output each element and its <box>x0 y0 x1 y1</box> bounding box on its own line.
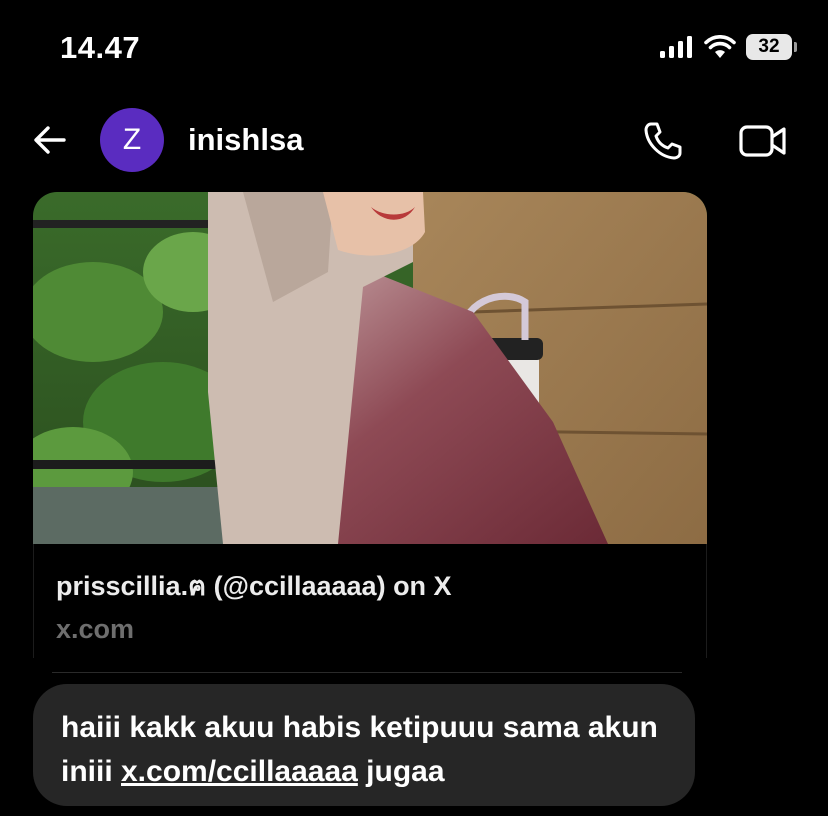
link-preview-domain: x.com <box>56 614 135 644</box>
battery-level: 32 <box>758 36 780 57</box>
wifi-icon <box>704 35 736 58</box>
chat-username[interactable]: inishlsa <box>188 122 303 158</box>
cellular-signal-icon <box>660 36 692 58</box>
avatar-initial: Z <box>122 123 142 156</box>
avatar[interactable]: Z <box>100 108 164 172</box>
chat-header: Z inishlsa <box>0 100 828 180</box>
link-preview-image[interactable] <box>33 192 707 544</box>
battery-icon: 32 <box>746 34 797 60</box>
link-preview-info[interactable]: prisscillia.ฅ (@ccillaaaaa) on X x.com <box>33 544 707 658</box>
status-time: 14.47 <box>60 30 141 65</box>
status-bar: 14.47 32 <box>0 0 828 100</box>
phone-call-icon[interactable] <box>640 118 686 164</box>
status-icons: 32 <box>660 34 797 60</box>
message-link[interactable]: x.com/ccillaaaaa <box>121 755 358 788</box>
link-preview-card[interactable]: prisscillia.ฅ (@ccillaaaaa) on X x.com <box>33 192 707 658</box>
divider <box>52 672 682 673</box>
message-text-end: jugaa <box>357 755 445 788</box>
message-bubble[interactable]: haiii kakk akuu habis ketipuuu sama akun… <box>33 684 695 806</box>
video-call-icon[interactable] <box>738 120 788 162</box>
link-preview-title: prisscillia.ฅ (@ccillaaaaa) on X <box>56 571 452 601</box>
back-arrow-icon[interactable] <box>30 120 70 160</box>
